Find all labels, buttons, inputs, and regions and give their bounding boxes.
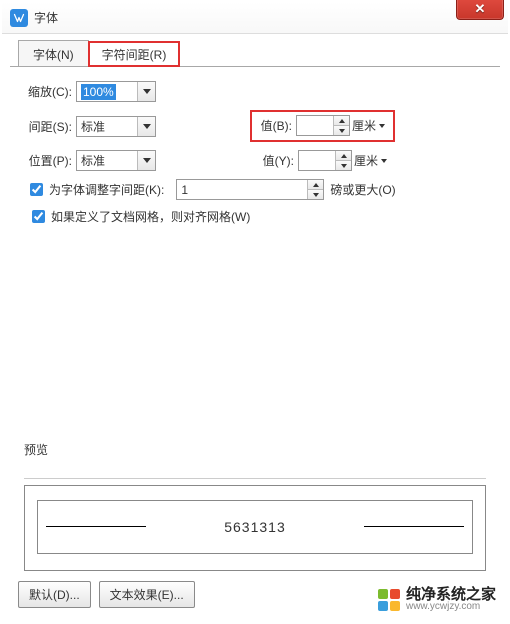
value-b-highlight: 值(B): 厘米 (250, 110, 395, 142)
watermark-url: www.ycwjzy.com (406, 602, 496, 612)
kerning-check-input[interactable] (30, 183, 43, 196)
position-select[interactable]: 标准 (76, 150, 156, 171)
kerning-suffix: 磅或更大(O) (330, 181, 395, 198)
text-effects-button[interactable]: 文本效果(E)... (99, 581, 195, 608)
zoom-label: 缩放(C): (22, 83, 76, 100)
chevron-down-icon (381, 159, 387, 163)
titlebar: 字体 ✕ (2, 2, 508, 34)
zoom-select[interactable]: 100% (76, 81, 156, 102)
spinner-up-icon[interactable] (336, 151, 351, 161)
preview-frame: 5631313 (37, 500, 473, 554)
preview-legend: 预览 (22, 441, 488, 460)
value-y-spinner[interactable] (298, 150, 352, 171)
char-spacing-panel: 缩放(C): 100% 间距(S): 标准 值(B): (10, 66, 500, 566)
spinner-down-icon[interactable] (308, 190, 323, 199)
tab-font[interactable]: 字体(N) (18, 40, 89, 67)
font-dialog: 字体 ✕ 字体(N) 字符间距(R) 缩放(C): 100% 间距(S): 标准 (0, 0, 510, 624)
unit-y-select[interactable]: 厘米 (354, 152, 387, 169)
default-button[interactable]: 默认(D)... (18, 581, 91, 608)
position-label: 位置(P): (22, 152, 76, 169)
kerning-spinner[interactable]: 1 (176, 179, 324, 200)
spacing-label: 间距(S): (22, 118, 76, 135)
spinner-up-icon[interactable] (334, 116, 349, 126)
preview-sample-text: 5631313 (224, 519, 286, 535)
value-b-label: 值(B): (256, 117, 296, 134)
window-title: 字体 (34, 9, 58, 26)
close-icon: ✕ (475, 1, 486, 17)
spinner-up-icon[interactable] (308, 180, 323, 190)
tabstrip: 字体(N) 字符间距(R) (2, 34, 508, 66)
watermark-logo-icon (378, 589, 400, 611)
kerning-checkbox[interactable]: 为字体调整字间距(K): (30, 181, 164, 198)
watermark-zh: 纯净系统之家 (406, 587, 496, 602)
close-button[interactable]: ✕ (456, 0, 504, 20)
preview-area: 5631313 (24, 485, 486, 571)
snap-grid-check-input[interactable] (32, 210, 45, 223)
spinner-down-icon[interactable] (336, 161, 351, 170)
spacing-select[interactable]: 标准 (76, 116, 156, 137)
watermark: 纯净系统之家 www.ycwjzy.com (378, 587, 496, 612)
tab-char-spacing[interactable]: 字符间距(R) (88, 41, 181, 67)
chevron-down-icon (379, 124, 385, 128)
value-y-label: 值(Y): (258, 152, 298, 169)
divider (24, 478, 486, 479)
value-b-spinner[interactable] (296, 115, 350, 136)
unit-b-select[interactable]: 厘米 (352, 117, 385, 134)
spinner-down-icon[interactable] (334, 126, 349, 135)
snap-grid-checkbox[interactable]: 如果定义了文档网格，则对齐网格(W) (32, 208, 488, 225)
app-icon (10, 9, 28, 27)
